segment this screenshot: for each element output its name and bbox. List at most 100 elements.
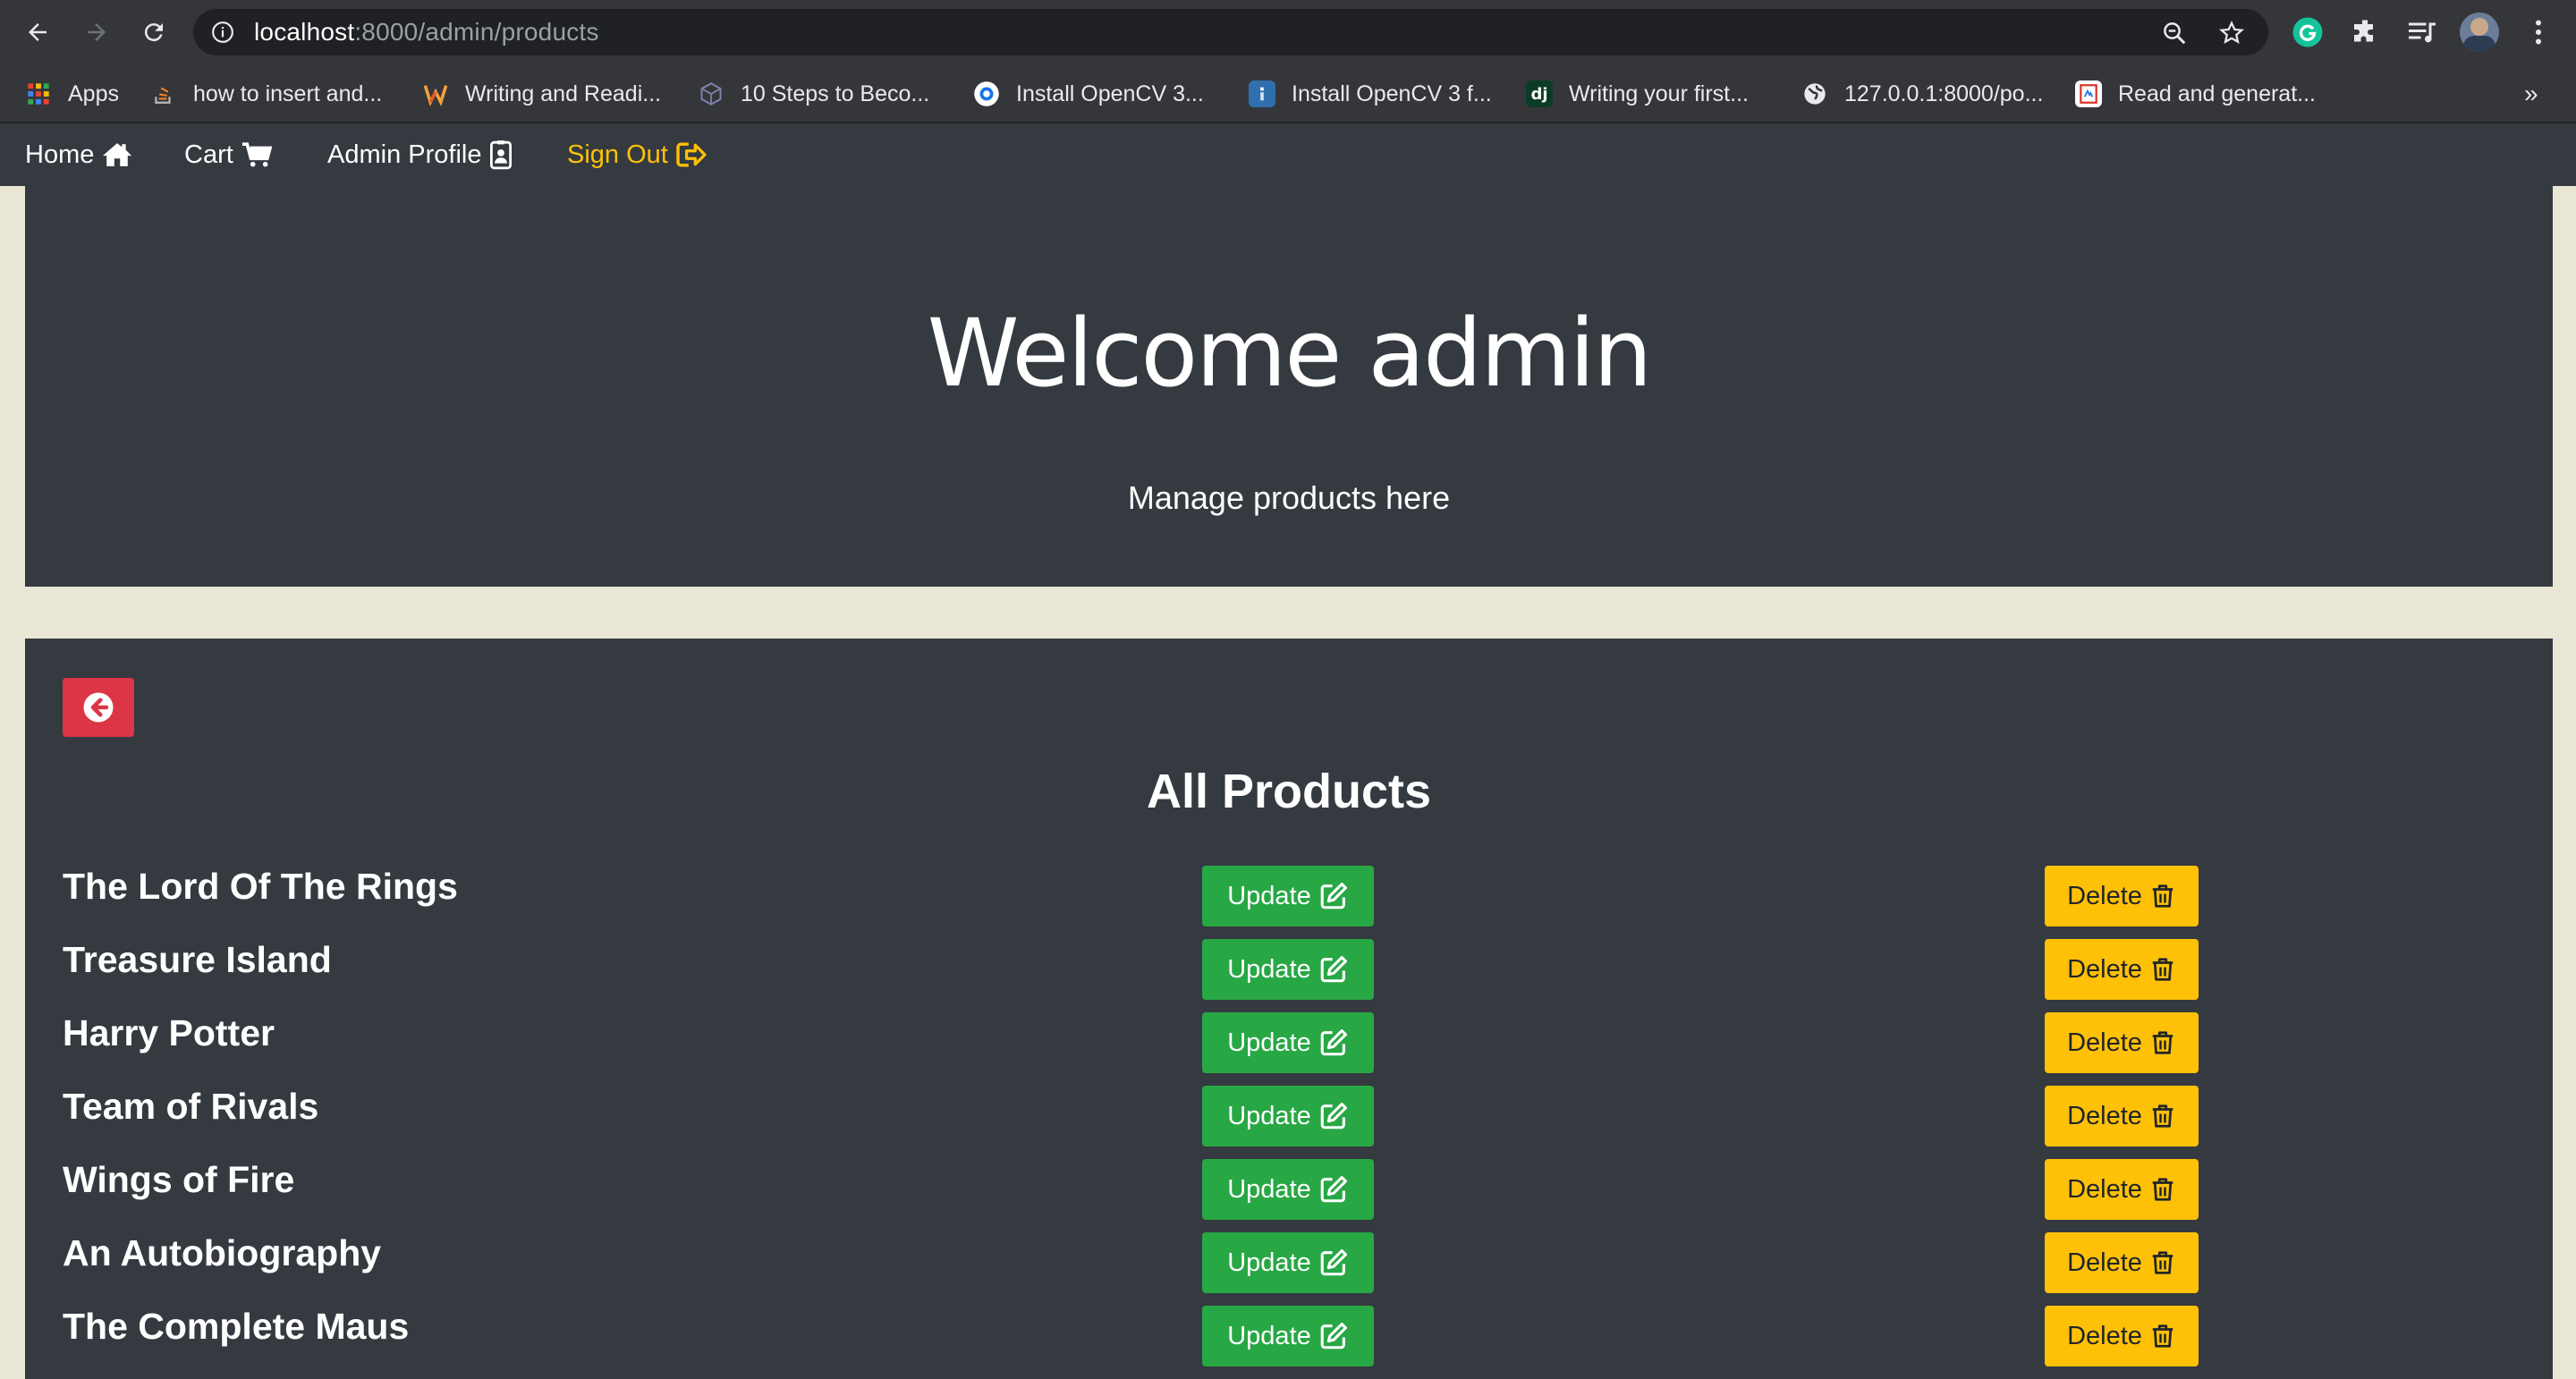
back-button[interactable] bbox=[63, 678, 134, 737]
nav-admin-profile-link[interactable]: Admin Profile bbox=[327, 123, 513, 186]
blue-doc-icon bbox=[1249, 80, 1275, 107]
nav-cart-link[interactable]: Cart bbox=[184, 123, 273, 186]
hero-jumbotron: Welcome admin Manage products here bbox=[25, 186, 2553, 587]
product-row: Wings of Fire Update Delete bbox=[25, 1159, 2553, 1232]
extensions-puzzle-icon[interactable] bbox=[2349, 16, 2381, 48]
product-name: Harry Potter bbox=[63, 1012, 275, 1053]
zoom-icon[interactable] bbox=[2161, 20, 2188, 47]
id-badge-icon bbox=[490, 140, 513, 170]
nav-signout-label: Sign Out bbox=[567, 140, 668, 169]
site-info-icon[interactable] bbox=[211, 21, 234, 44]
bookmark-star-icon[interactable] bbox=[2218, 20, 2245, 47]
nav-home-label: Home bbox=[25, 140, 95, 169]
back-arrow-icon[interactable] bbox=[18, 13, 57, 52]
bookmark-item[interactable]: Install OpenCV 3 f... bbox=[1249, 75, 1492, 113]
update-label: Update bbox=[1227, 1028, 1311, 1057]
delete-button[interactable]: Delete bbox=[2045, 1086, 2199, 1146]
bookmark-label: Read and generat... bbox=[2118, 80, 2316, 106]
bookmark-item[interactable]: 127.0.0.1:8000/po... bbox=[1801, 75, 2043, 113]
delete-button[interactable]: Delete bbox=[2045, 1159, 2199, 1220]
product-name: The Lord Of The Rings bbox=[63, 866, 458, 907]
cube-icon bbox=[698, 80, 724, 107]
products-panel: All Products The Lord Of The Rings Updat… bbox=[25, 639, 2553, 1379]
bookmark-item[interactable]: dj Writing your first... bbox=[1526, 75, 1749, 113]
forward-arrow-icon[interactable] bbox=[77, 13, 116, 52]
product-row: An Autobiography Update Delete bbox=[25, 1232, 2553, 1306]
product-name: Treasure Island bbox=[63, 939, 332, 980]
edit-icon bbox=[1320, 1102, 1347, 1129]
edit-icon bbox=[1320, 1322, 1347, 1349]
trash-icon bbox=[2152, 884, 2174, 908]
apps-grid-icon bbox=[25, 80, 52, 107]
update-label: Update bbox=[1227, 954, 1311, 984]
kebab-menu-icon[interactable] bbox=[2522, 16, 2555, 48]
update-button[interactable]: Update bbox=[1202, 939, 1374, 1000]
update-button[interactable]: Update bbox=[1202, 1232, 1374, 1293]
bookmarks-overflow[interactable]: » bbox=[2524, 75, 2538, 113]
trash-icon bbox=[2152, 1178, 2174, 1201]
nav-cart-label: Cart bbox=[184, 140, 233, 169]
edit-icon bbox=[1320, 955, 1347, 983]
update-button[interactable]: Update bbox=[1202, 866, 1374, 926]
product-row: Treasure Island Update Delete bbox=[25, 939, 2553, 1012]
media-queue-icon[interactable] bbox=[2406, 16, 2438, 48]
update-label: Update bbox=[1227, 881, 1311, 910]
product-row: Harry Potter Update Delete bbox=[25, 1012, 2553, 1086]
browser-toolbar: localhost:8000/admin/products bbox=[0, 0, 2576, 64]
delete-label: Delete bbox=[2067, 881, 2142, 910]
grammarly-icon[interactable] bbox=[2292, 16, 2324, 48]
nav-home-link[interactable]: Home bbox=[25, 123, 133, 186]
bookmark-item[interactable]: Read and generat... bbox=[2075, 75, 2316, 113]
products-heading: All Products bbox=[1146, 765, 1432, 818]
delete-label: Delete bbox=[2067, 1028, 2142, 1057]
sign-out-icon bbox=[676, 142, 707, 167]
update-button[interactable]: Update bbox=[1202, 1012, 1374, 1073]
django-dj-icon: dj bbox=[1526, 80, 1553, 107]
delete-button[interactable]: Delete bbox=[2045, 866, 2199, 926]
profile-avatar[interactable] bbox=[2460, 13, 2499, 52]
delete-button[interactable]: Delete bbox=[2045, 1306, 2199, 1366]
bookmark-label: 127.0.0.1:8000/po... bbox=[1844, 80, 2044, 106]
bookmark-apps[interactable]: Apps bbox=[25, 75, 119, 113]
bookmark-item[interactable]: Install OpenCV 3... bbox=[973, 75, 1204, 113]
delete-button[interactable]: Delete bbox=[2045, 939, 2199, 1000]
nav-profile-label: Admin Profile bbox=[327, 140, 482, 169]
update-label: Update bbox=[1227, 1174, 1311, 1204]
trash-icon bbox=[2152, 1031, 2174, 1054]
bookmark-item[interactable]: how to insert and... bbox=[150, 75, 382, 113]
update-label: Update bbox=[1227, 1248, 1311, 1277]
bookmark-label: Install OpenCV 3... bbox=[1016, 80, 1204, 106]
bookmark-label: Install OpenCV 3 f... bbox=[1292, 80, 1492, 106]
circle-target-icon bbox=[973, 80, 1000, 107]
nav-sign-out-link[interactable]: Sign Out bbox=[567, 123, 708, 186]
bookmark-label: Writing your first... bbox=[1569, 80, 1749, 106]
reload-icon[interactable] bbox=[134, 13, 174, 52]
update-button[interactable]: Update bbox=[1202, 1086, 1374, 1146]
edit-icon bbox=[1320, 1028, 1347, 1056]
bookmark-label: 10 Steps to Beco... bbox=[741, 80, 930, 106]
product-name: The Complete Maus bbox=[63, 1306, 410, 1347]
bookmarks-bar: Apps how to insert and... Writing and Re… bbox=[0, 64, 2576, 123]
product-row: The Complete Maus Update Delete bbox=[25, 1306, 2553, 1379]
address-bar[interactable]: localhost:8000/admin/products bbox=[193, 9, 2268, 55]
product-row: The Lord Of The Rings Update Delete bbox=[25, 866, 2553, 939]
trash-icon bbox=[2152, 1251, 2174, 1274]
delete-button[interactable]: Delete bbox=[2045, 1012, 2199, 1073]
bookmark-item[interactable]: 10 Steps to Beco... bbox=[698, 75, 929, 113]
trash-icon bbox=[2152, 1324, 2174, 1348]
delete-label: Delete bbox=[2067, 1321, 2142, 1350]
delete-label: Delete bbox=[2067, 1248, 2142, 1277]
cart-icon bbox=[242, 142, 273, 167]
edit-icon bbox=[1320, 1248, 1347, 1276]
bookmark-item[interactable]: Writing and Readi... bbox=[422, 75, 661, 113]
delete-label: Delete bbox=[2067, 1174, 2142, 1204]
stackoverflow-icon bbox=[150, 80, 177, 107]
edit-icon bbox=[1320, 1175, 1347, 1203]
update-label: Update bbox=[1227, 1321, 1311, 1350]
url-text[interactable]: localhost:8000/admin/products bbox=[254, 9, 599, 55]
delete-button[interactable]: Delete bbox=[2045, 1232, 2199, 1293]
page-content: Home Cart Admin Profile Sign Out Welcome… bbox=[0, 123, 2576, 1379]
hero-subtitle: Manage products here bbox=[1127, 479, 1451, 516]
update-button[interactable]: Update bbox=[1202, 1159, 1374, 1220]
update-button[interactable]: Update bbox=[1202, 1306, 1374, 1366]
